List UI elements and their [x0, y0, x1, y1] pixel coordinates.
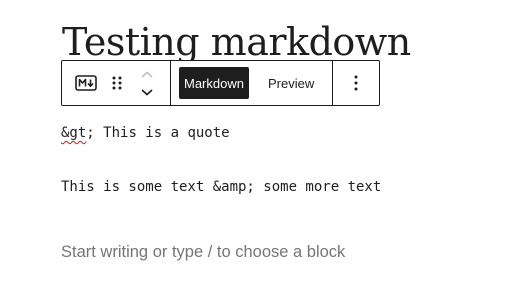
chevron-up-icon [141, 70, 153, 78]
chevron-down-icon [141, 88, 153, 96]
block-toolbar: Markdown Preview [61, 60, 380, 106]
move-down-button[interactable] [135, 83, 159, 101]
tab-markdown[interactable]: Markdown [179, 67, 249, 99]
quote-text: ; This is a quote [86, 125, 230, 141]
markdown-line-text[interactable]: This is some text &amp; some more text [61, 177, 381, 197]
options-group [333, 61, 379, 105]
tab-preview[interactable]: Preview [263, 67, 319, 99]
markdown-line-quote[interactable]: &gt; This is a quote [61, 123, 230, 143]
drag-handle-icon[interactable] [105, 71, 129, 95]
mode-tabs-group: Markdown Preview [171, 61, 333, 105]
misspelled-word: &gt [61, 125, 87, 141]
markdown-icon[interactable] [74, 71, 98, 95]
block-movers [135, 61, 159, 105]
vertical-ellipsis-icon[interactable] [344, 71, 368, 95]
block-controls-group [62, 61, 171, 105]
move-up-button[interactable] [135, 65, 159, 83]
block-appender-placeholder[interactable]: Start writing or type / to choose a bloc… [61, 241, 345, 263]
editor-canvas: Testing markdown Markdown Preview &gt; T… [0, 0, 526, 308]
